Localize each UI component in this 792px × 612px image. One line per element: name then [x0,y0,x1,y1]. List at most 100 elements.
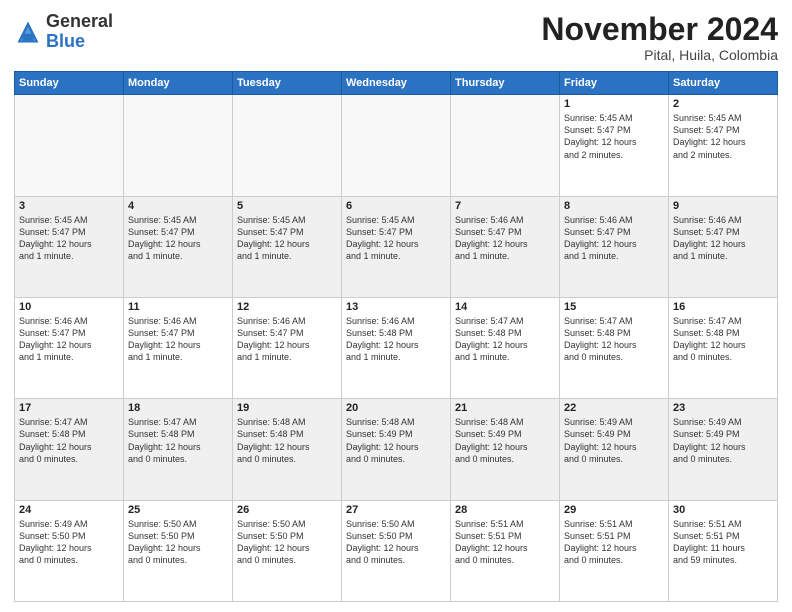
col-monday: Monday [124,72,233,95]
day-number: 29 [564,504,664,516]
day-info: Sunrise: 5:49 AM Sunset: 5:49 PM Dayligh… [564,416,664,465]
day-number: 28 [455,504,555,516]
logo-icon [14,18,42,46]
day-info: Sunrise: 5:50 AM Sunset: 5:50 PM Dayligh… [346,518,446,567]
day-info: Sunrise: 5:45 AM Sunset: 5:47 PM Dayligh… [346,214,446,263]
day-number: 8 [564,200,664,212]
logo-blue: Blue [46,32,113,52]
logo: General Blue [14,12,113,52]
logo-general: General [46,12,113,32]
day-number: 27 [346,504,446,516]
table-row: 19 Sunrise: 5:48 AM Sunset: 5:48 PM Dayli… [233,399,342,500]
table-row: 26 Sunrise: 5:50 AM Sunset: 5:50 PM Dayli… [233,500,342,601]
day-number: 4 [128,200,228,212]
table-row: 15Sunrise: 5:47 AM Sunset: 5:48 PM Dayli… [560,297,669,398]
col-friday: Friday [560,72,669,95]
table-row: 16Sunrise: 5:47 AM Sunset: 5:48 PM Dayli… [669,297,778,398]
table-row: 8 Sunrise: 5:46 AM Sunset: 5:47 PM Daylig… [560,196,669,297]
day-number: 14 [455,301,555,313]
table-row: 3Sunrise: 5:45 AM Sunset: 5:47 PM Daylig… [15,196,124,297]
day-number: 6 [346,200,446,212]
day-number: 30 [673,504,773,516]
table-row: 28 Sunrise: 5:51 AM Sunset: 5:51 PM Dayli… [451,500,560,601]
table-row [233,95,342,196]
day-info: Sunrise: 5:45 AM Sunset: 5:47 PM Dayligh… [19,214,119,263]
table-row: 7 Sunrise: 5:46 AM Sunset: 5:47 PM Daylig… [451,196,560,297]
day-number: 26 [237,504,337,516]
table-row: 13 Sunrise: 5:46 AM Sunset: 5:48 PM Dayli… [342,297,451,398]
header-right: November 2024 Pital, Huila, Colombia [541,12,778,63]
table-row: 12Sunrise: 5:46 AM Sunset: 5:47 PM Dayli… [233,297,342,398]
table-row [15,95,124,196]
table-row: 29 Sunrise: 5:51 AM Sunset: 5:51 PM Dayli… [560,500,669,601]
location: Pital, Huila, Colombia [541,47,778,63]
table-row: 30 Sunrise: 5:51 AM Sunset: 5:51 PM Dayli… [669,500,778,601]
day-number: 19 [237,402,337,414]
day-number: 23 [673,402,773,414]
day-number: 22 [564,402,664,414]
table-row: 22 Sunrise: 5:49 AM Sunset: 5:49 PM Dayli… [560,399,669,500]
calendar-week-row: 10 Sunrise: 5:46 AM Sunset: 5:47 PM Dayli… [15,297,778,398]
logo-text: General Blue [46,12,113,52]
day-number: 10 [19,301,119,313]
day-info: Sunrise: 5:51 AM Sunset: 5:51 PM Dayligh… [564,518,664,567]
day-info: Sunrise: 5:48 AM Sunset: 5:48 PM Dayligh… [237,416,337,465]
calendar-week-row: 17 Sunrise: 5:47 AM Sunset: 5:48 PM Dayli… [15,399,778,500]
day-number: 1 [564,98,664,110]
day-info: Sunrise: 5:47 AM Sunset: 5:48 PM Dayligh… [19,416,119,465]
table-row: 20 Sunrise: 5:48 AM Sunset: 5:49 PM Dayli… [342,399,451,500]
day-info: Sunrise: 5:45 AM Sunset: 5:47 PM Dayligh… [128,214,228,263]
day-info: Sunrise: 5:49 AM Sunset: 5:50 PM Dayligh… [19,518,119,567]
day-number: 17 [19,402,119,414]
day-info: Sunrise: 5:51 AM Sunset: 5:51 PM Dayligh… [673,518,773,567]
table-row: 4 Sunrise: 5:45 AM Sunset: 5:47 PM Daylig… [124,196,233,297]
calendar-table: Sunday Monday Tuesday Wednesday Thursday… [14,71,778,602]
col-wednesday: Wednesday [342,72,451,95]
day-info: Sunrise: 5:46 AM Sunset: 5:47 PM Dayligh… [19,315,119,364]
table-row: 2Sunrise: 5:45 AM Sunset: 5:47 PM Daylig… [669,95,778,196]
day-info: Sunrise: 5:47 AM Sunset: 5:48 PM Dayligh… [564,315,664,364]
calendar-header-row: Sunday Monday Tuesday Wednesday Thursday… [15,72,778,95]
day-number: 12 [237,301,337,313]
day-number: 5 [237,200,337,212]
col-tuesday: Tuesday [233,72,342,95]
table-row [451,95,560,196]
table-row: 9Sunrise: 5:46 AM Sunset: 5:47 PM Daylig… [669,196,778,297]
day-info: Sunrise: 5:48 AM Sunset: 5:49 PM Dayligh… [455,416,555,465]
day-number: 16 [673,301,773,313]
calendar-week-row: 3Sunrise: 5:45 AM Sunset: 5:47 PM Daylig… [15,196,778,297]
table-row: 24 Sunrise: 5:49 AM Sunset: 5:50 PM Dayli… [15,500,124,601]
day-number: 24 [19,504,119,516]
day-info: Sunrise: 5:47 AM Sunset: 5:48 PM Dayligh… [128,416,228,465]
day-info: Sunrise: 5:51 AM Sunset: 5:51 PM Dayligh… [455,518,555,567]
day-info: Sunrise: 5:46 AM Sunset: 5:48 PM Dayligh… [346,315,446,364]
table-row: 5Sunrise: 5:45 AM Sunset: 5:47 PM Daylig… [233,196,342,297]
day-info: Sunrise: 5:49 AM Sunset: 5:49 PM Dayligh… [673,416,773,465]
day-info: Sunrise: 5:47 AM Sunset: 5:48 PM Dayligh… [455,315,555,364]
table-row: 18Sunrise: 5:47 AM Sunset: 5:48 PM Dayli… [124,399,233,500]
day-info: Sunrise: 5:46 AM Sunset: 5:47 PM Dayligh… [564,214,664,263]
month-title: November 2024 [541,12,778,47]
day-number: 20 [346,402,446,414]
day-info: Sunrise: 5:48 AM Sunset: 5:49 PM Dayligh… [346,416,446,465]
day-number: 21 [455,402,555,414]
table-row: 14 Sunrise: 5:47 AM Sunset: 5:48 PM Dayli… [451,297,560,398]
table-row: 1Sunrise: 5:45 AM Sunset: 5:47 PM Daylig… [560,95,669,196]
col-saturday: Saturday [669,72,778,95]
day-info: Sunrise: 5:46 AM Sunset: 5:47 PM Dayligh… [455,214,555,263]
day-number: 13 [346,301,446,313]
day-number: 11 [128,301,228,313]
col-sunday: Sunday [15,72,124,95]
col-thursday: Thursday [451,72,560,95]
day-info: Sunrise: 5:46 AM Sunset: 5:47 PM Dayligh… [128,315,228,364]
table-row [124,95,233,196]
table-row: 10 Sunrise: 5:46 AM Sunset: 5:47 PM Dayli… [15,297,124,398]
table-row: 11 Sunrise: 5:46 AM Sunset: 5:47 PM Dayli… [124,297,233,398]
day-info: Sunrise: 5:45 AM Sunset: 5:47 PM Dayligh… [673,112,773,161]
day-number: 9 [673,200,773,212]
day-info: Sunrise: 5:50 AM Sunset: 5:50 PM Dayligh… [128,518,228,567]
day-info: Sunrise: 5:50 AM Sunset: 5:50 PM Dayligh… [237,518,337,567]
table-row: 27 Sunrise: 5:50 AM Sunset: 5:50 PM Dayli… [342,500,451,601]
day-number: 7 [455,200,555,212]
table-row [342,95,451,196]
